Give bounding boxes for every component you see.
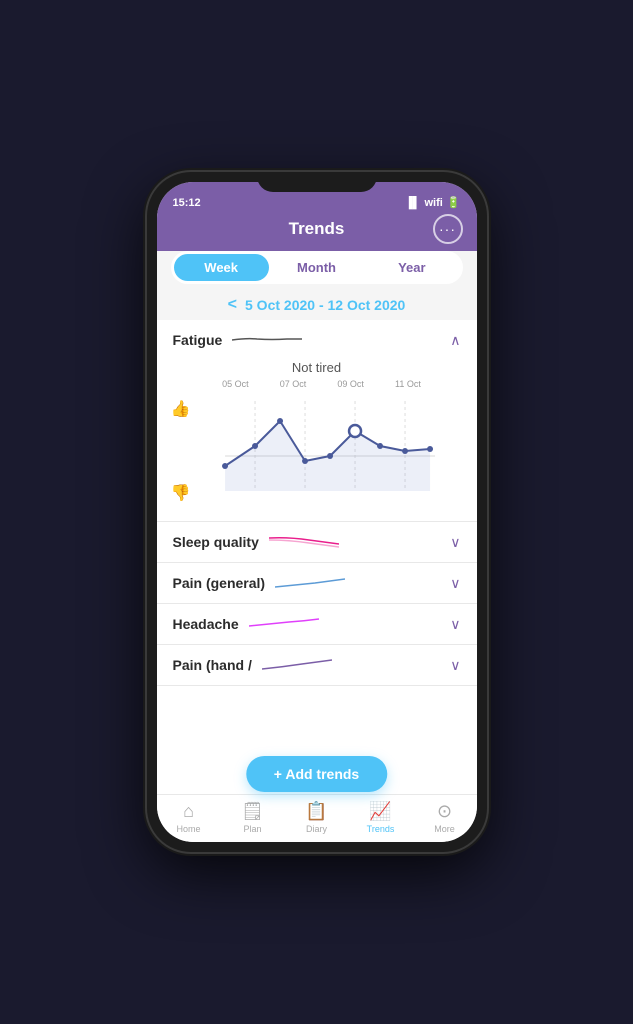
chart-x-labels: 05 Oct 07 Oct 09 Oct 11 Oct [167,379,467,389]
plan-icon: 🗒 [241,801,264,822]
fatigue-chart-expanded: Not tired 05 Oct 07 Oct 09 Oct 11 Oct 👍 … [157,360,477,521]
sleep-mini-chart [269,532,339,552]
x-label-2: 07 Oct [280,379,307,389]
headache-title: Headache [173,616,239,632]
fatigue-header[interactable]: Fatigue ∧ [157,320,477,360]
nav-more[interactable]: ⊙ More [423,801,467,834]
app-header: Trends ··· [157,213,477,251]
thumbs-up-icon: 👍 [171,399,191,419]
trends-icon: 📈 [369,801,391,822]
sleep-quality-header[interactable]: Sleep quality ∨ [157,522,477,562]
chart-emoji-icons: 👍 👎 [167,391,195,511]
pain-hand-section: Pain (hand / ∨ [157,645,477,686]
sleep-quality-section: Sleep quality ∨ [157,522,477,563]
signal-icon: ▐▌ [405,197,421,209]
diary-icon: 📋 [305,801,327,822]
fatigue-header-left: Fatigue [173,330,303,350]
fatigue-mini-chart [232,330,302,350]
more-icon: ⊙ [437,801,452,822]
date-range-display: 5 Oct 2020 - 12 Oct 2020 [245,297,405,313]
thumbs-down-icon: 👎 [171,483,191,503]
sleep-quality-title: Sleep quality [173,534,259,550]
pain-general-mini-chart [275,573,345,593]
more-options-button[interactable]: ··· [433,214,463,244]
headache-chevron-down-icon: ∨ [450,616,460,633]
home-icon: ⌂ [183,801,194,822]
pain-general-header[interactable]: Pain (general) ∨ [157,563,477,603]
battery-icon: 🔋 [447,196,461,209]
time-period-tabs: Week Month Year [171,251,463,284]
pain-general-title: Pain (general) [173,575,266,591]
nav-plan[interactable]: 🗒 Plan [231,801,275,834]
nav-diary[interactable]: 📋 Diary [295,801,339,834]
nav-more-label: More [434,824,455,834]
pain-hand-title: Pain (hand / [173,657,252,673]
nav-home[interactable]: ⌂ Home [167,801,211,834]
fatigue-chevron-up-icon: ∧ [450,332,460,349]
headache-header[interactable]: Headache ∨ [157,604,477,644]
more-dots-icon: ··· [439,221,456,237]
nav-trends[interactable]: 📈 Trends [359,801,403,834]
sleep-chevron-down-icon: ∨ [450,534,460,551]
x-label-3: 09 Oct [337,379,364,389]
add-trends-button[interactable]: + Add trends [246,756,387,792]
chart-top-label: Not tired [167,360,467,375]
tab-week[interactable]: Week [174,254,269,281]
prev-date-arrow[interactable]: < [228,296,237,314]
nav-diary-label: Diary [306,824,327,834]
headache-section: Headache ∨ [157,604,477,645]
x-label-1: 05 Oct [222,379,249,389]
pain-general-chevron-down-icon: ∨ [450,575,460,592]
nav-plan-label: Plan [243,824,261,834]
pain-general-section: Pain (general) ∨ [157,563,477,604]
x-label-4: 11 Oct [395,379,421,389]
nav-home-label: Home [176,824,200,834]
pain-hand-mini-chart [262,655,332,675]
headache-header-left: Headache [173,614,319,634]
pain-hand-header[interactable]: Pain (hand / ∨ [157,645,477,685]
wifi-icon: wifi [424,197,442,209]
phone-screen: 15:12 ▐▌ wifi 🔋 Trends ··· Week Month Ye… [157,182,477,842]
header-title: Trends [289,219,345,239]
pain-hand-chevron-down-icon: ∨ [450,657,460,674]
nav-trends-label: Trends [367,824,395,834]
fatigue-chart-area: 👍 👎 [167,391,467,511]
sleep-quality-header-left: Sleep quality [173,532,339,552]
phone-frame: 15:12 ▐▌ wifi 🔋 Trends ··· Week Month Ye… [147,172,487,852]
time-display: 15:12 [173,197,201,209]
tab-month[interactable]: Month [269,254,364,281]
date-navigation: < 5 Oct 2020 - 12 Oct 2020 [157,290,477,320]
notch [257,172,377,192]
headache-mini-chart [249,614,319,634]
fatigue-section: Fatigue ∧ Not tired 05 Oct 07 Oct 09 Oct [157,320,477,522]
bottom-spacer [157,686,477,736]
fatigue-title: Fatigue [173,332,223,348]
tab-year[interactable]: Year [364,254,459,281]
fatigue-svg-chart [194,391,466,511]
status-icons: ▐▌ wifi 🔋 [405,196,461,209]
pain-general-header-left: Pain (general) [173,573,346,593]
bottom-navigation: ⌂ Home 🗒 Plan 📋 Diary 📈 Trends ⊙ More [157,794,477,842]
trends-scroll-area[interactable]: Fatigue ∧ Not tired 05 Oct 07 Oct 09 Oct [157,320,477,794]
pain-hand-header-left: Pain (hand / [173,655,332,675]
